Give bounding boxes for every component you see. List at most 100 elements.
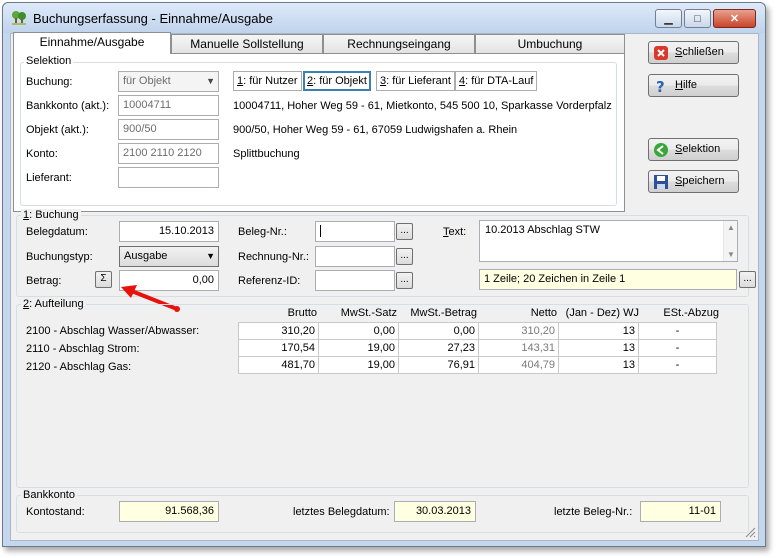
netto-cell: 143,31: [478, 339, 559, 357]
table-row: 481,70 19,00 76,91 404,79 13 -: [238, 356, 717, 374]
tab-rechnungseingang[interactable]: Rechnungseingang: [323, 34, 475, 53]
text-status-field: 1 Zeile; 20 Zeichen in Zeile 1: [479, 269, 737, 290]
resize-grip-icon[interactable]: [744, 526, 756, 538]
mwst-satz-cell[interactable]: 19,00: [318, 356, 399, 374]
tab-panel: Selektion Buchung: für Objekt ▼ Bankkont…: [13, 53, 625, 212]
option-fuer-nutzer[interactable]: 1: für Nutzer: [233, 71, 302, 91]
option-fuer-dta-lauf[interactable]: 4: für DTA-Lauf: [455, 71, 538, 91]
save-disk-icon: [654, 175, 668, 189]
option-fuer-lieferant[interactable]: 3: für Lieferant: [376, 71, 455, 91]
text-area-value: 10.2013 Abschlag STW: [485, 224, 600, 236]
close-x-icon: [654, 46, 668, 60]
tab-manuelle-sollstellung[interactable]: Manuelle Sollstellung: [171, 34, 323, 53]
tab-umbuchung[interactable]: Umbuchung: [475, 34, 625, 53]
lieferant-label: Lieferant:: [26, 172, 72, 184]
aufteilung-table: 310,20 0,00 0,00 310,20 13 - 170,54 19,0…: [238, 322, 717, 374]
tab-einnahme-ausgabe[interactable]: Einnahme/Ausgabe: [13, 32, 171, 54]
belegdatum-label: Belegdatum:: [26, 226, 88, 238]
rechnungnr-label: Rechnung-Nr.:: [238, 251, 309, 263]
text-area[interactable]: 10.2013 Abschlag STW ▲ ▼: [479, 220, 738, 262]
est-abzug-cell: -: [638, 339, 717, 357]
betrag-label: Betrag:: [26, 275, 62, 287]
objekt-info: 900/50, Hoher Weg 59 - 61, 67059 Ludwigs…: [233, 124, 518, 136]
brutto-cell[interactable]: 310,20: [238, 322, 319, 340]
kontostand-field: 91.568,36: [119, 501, 219, 522]
svg-text:?: ?: [656, 78, 665, 94]
mwst-betrag-cell[interactable]: 27,23: [398, 339, 479, 357]
column-header-brutto: Brutto: [287, 307, 317, 319]
buchung-select[interactable]: für Objekt ▼: [118, 71, 219, 92]
belegdatum-field[interactable]: 15.10.2013: [119, 221, 219, 242]
bankkonto-label: Bankkonto (akt.):: [26, 100, 110, 112]
kontostand-label: Kontostand:: [26, 506, 85, 518]
hilfe-button[interactable]: ? Hilfe: [648, 74, 739, 97]
text-scrollbar[interactable]: ▲ ▼: [723, 221, 737, 261]
client-area: Einnahme/Ausgabe Manuelle Sollstellung R…: [10, 32, 759, 541]
lieferant-field[interactable]: [118, 167, 219, 188]
buchungstyp-select[interactable]: Ausgabe ▼: [119, 246, 219, 267]
konto-field[interactable]: 2100 2110 2120: [118, 143, 219, 164]
est-abzug-cell: -: [638, 356, 717, 374]
column-header-mwst-betrag: MwSt.-Betrag: [410, 307, 477, 319]
mwst-satz-cell[interactable]: 0,00: [318, 322, 399, 340]
brutto-cell[interactable]: 481,70: [238, 356, 319, 374]
minimize-button[interactable]: ▁: [655, 9, 682, 28]
mwst-satz-cell[interactable]: 19,00: [318, 339, 399, 357]
buchungstyp-select-value: Ausgabe: [124, 250, 168, 262]
column-header-wj: (Jan - Dez) WJ: [565, 307, 639, 319]
speichern-button[interactable]: Speichern: [648, 170, 739, 193]
bankkonto-field[interactable]: 10004711: [118, 95, 219, 116]
maximize-button[interactable]: □: [684, 9, 711, 28]
letztes-belegdatum-field: 30.03.2013: [394, 501, 476, 522]
row-label-2120: 2120 - Abschlag Gas:: [26, 361, 132, 373]
brutto-cell[interactable]: 170,54: [238, 339, 319, 357]
chevron-down-icon: ▼: [206, 76, 215, 86]
belegnr-label: Beleg-Nr.:: [238, 226, 287, 238]
column-header-netto: Netto: [530, 307, 557, 319]
referenzid-browse-button[interactable]: ...: [396, 272, 413, 289]
objekt-field[interactable]: 900/50: [118, 119, 219, 140]
title-bar[interactable]: Buchungserfassung - Einnahme/Ausgabe ▁ □…: [3, 3, 765, 33]
window-title: Buchungserfassung - Einnahme/Ausgabe: [33, 11, 273, 26]
netto-cell: 404,79: [478, 356, 559, 374]
arrow-left-icon: [654, 143, 668, 157]
wj-cell[interactable]: 13: [558, 356, 639, 374]
konto-label: Konto:: [26, 148, 58, 160]
column-header-mwst-satz: MwSt.-Satz: [340, 307, 397, 319]
row-label-2100: 2100 - Abschlag Wasser/Abwasser:: [26, 325, 200, 337]
selektion-button[interactable]: Selektion: [648, 138, 739, 161]
letztes-belegdatum-label: letztes Belegdatum:: [293, 506, 390, 518]
letzte-belegnr-field: 11-01: [640, 501, 721, 522]
buchung-group-label: 1: Buchung: [21, 209, 81, 221]
column-header-est-abzug: ESt.-Abzug: [663, 307, 719, 319]
text-browse-button[interactable]: ...: [739, 271, 756, 288]
rechnungnr-field[interactable]: [315, 246, 395, 267]
buchung-select-value: für Objekt: [123, 75, 171, 87]
bankkonto-info: 10004711, Hoher Weg 59 - 61, Mietkonto, …: [233, 100, 612, 112]
wj-cell[interactable]: 13: [558, 322, 639, 340]
referenzid-field[interactable]: [315, 270, 395, 291]
mwst-betrag-cell[interactable]: 76,91: [398, 356, 479, 374]
schliessen-button[interactable]: Schließen: [648, 41, 739, 64]
option-fuer-objekt[interactable]: 2: für Objekt: [303, 71, 371, 91]
text-label: Text:: [443, 226, 467, 238]
help-question-icon: ?: [656, 78, 665, 94]
letzte-belegnr-label: letzte Beleg-Nr.:: [554, 506, 633, 518]
close-button[interactable]: ✕: [713, 9, 756, 28]
buchung-label: Buchung:: [26, 76, 73, 88]
main-window: Buchungserfassung - Einnahme/Ausgabe ▁ □…: [2, 2, 766, 547]
sum-sigma-button[interactable]: Σ: [95, 271, 112, 288]
belegnr-field[interactable]: [315, 221, 395, 242]
chevron-down-icon: ▼: [206, 251, 215, 261]
belegnr-browse-button[interactable]: ...: [396, 223, 413, 240]
row-label-2110: 2110 - Abschlag Strom:: [26, 343, 140, 355]
est-abzug-cell: -: [638, 322, 717, 340]
mwst-betrag-cell[interactable]: 0,00: [398, 322, 479, 340]
app-trees-icon: [12, 11, 26, 25]
aufteilung-group-label: 2: Aufteilung: [21, 298, 86, 310]
wj-cell[interactable]: 13: [558, 339, 639, 357]
table-row: 310,20 0,00 0,00 310,20 13 -: [238, 322, 717, 340]
rechnungnr-browse-button[interactable]: ...: [396, 248, 413, 265]
table-row: 170,54 19,00 27,23 143,31 13 -: [238, 339, 717, 357]
konto-info: Splittbuchung: [233, 148, 300, 160]
